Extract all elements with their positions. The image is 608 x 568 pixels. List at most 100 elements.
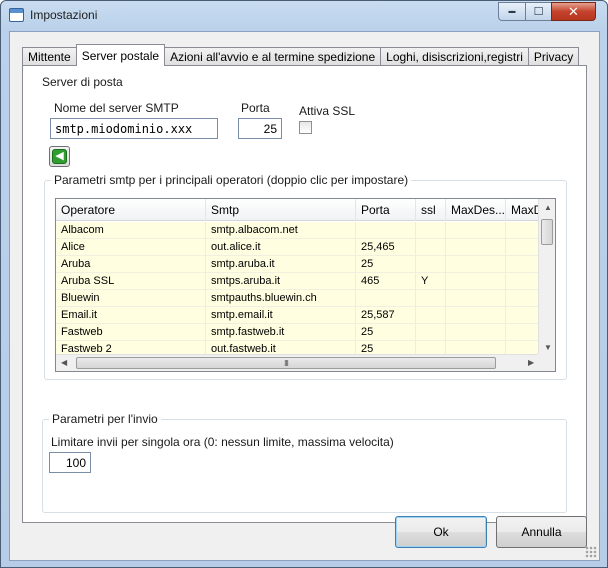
close-button[interactable]: ✕ (551, 2, 596, 21)
tab-loghi[interactable]: Loghi, disiscrizioni,registri (380, 47, 529, 66)
cell-maxdes (446, 239, 506, 256)
tab-privacy[interactable]: Privacy (527, 47, 580, 66)
cell-smtp: smtp.aruba.it (206, 256, 356, 273)
tab-azioni[interactable]: Azioni all'avvio e al termine spedizione (164, 47, 382, 66)
table-row[interactable]: Aruba SSL smtps.aruba.it 465 Y (56, 273, 546, 290)
scroll-right-icon[interactable]: ▶ (528, 358, 534, 367)
settings-window: Impostazioni ▬ ☐ ✕ Mittente Server posta… (0, 0, 608, 568)
cell-operatore: Aruba SSL (56, 273, 206, 290)
tab-mittente[interactable]: Mittente (22, 47, 77, 66)
cell-operatore: Alice (56, 239, 206, 256)
title-bar[interactable]: Impostazioni ▬ ☐ ✕ (1, 1, 607, 31)
ssl-label: Attiva SSL (299, 104, 356, 118)
table-row[interactable]: Albacom smtp.albacom.net (56, 222, 546, 239)
server-group: Server di posta Nome del server SMTP smt… (42, 75, 567, 380)
cell-maxdes (446, 256, 506, 273)
cell-smtp: smtps.aruba.it (206, 273, 356, 290)
cell-smtp: smtp.fastweb.it (206, 324, 356, 341)
tab-server-postale[interactable]: Server postale (75, 44, 166, 66)
scroll-down-icon[interactable]: ▼ (544, 343, 552, 352)
cell-maxdes (446, 290, 506, 307)
horizontal-scrollbar[interactable]: ◀ III ▶ (56, 354, 540, 371)
scroll-grip-icon: III (284, 358, 289, 368)
smtp-server-label: Nome del server SMTP (54, 101, 179, 115)
maximize-icon: ☐ (533, 6, 544, 18)
minimize-icon: ▬ (508, 8, 516, 15)
cell-maxdes (446, 273, 506, 290)
vertical-scroll-thumb[interactable] (541, 219, 553, 245)
hourly-limit-input[interactable]: 100 (49, 452, 91, 473)
resize-grip-icon[interactable] (585, 546, 597, 558)
scroll-left-icon[interactable]: ◀ (61, 358, 67, 367)
smtp-server-value: smtp.miodominio.xxx (55, 121, 193, 136)
window-title: Impostazioni (30, 8, 98, 22)
window-icon (9, 8, 24, 22)
cell-porta: 25,587 (356, 307, 416, 324)
cell-ssl (416, 290, 446, 307)
cell-ssl: Y (416, 273, 446, 290)
table-row[interactable]: Email.it smtp.email.it 25,587 (56, 307, 546, 324)
grid-body: Albacom smtp.albacom.net Alice out.alice… (56, 222, 546, 358)
column-header-operatore[interactable]: Operatore (56, 199, 206, 221)
port-label: Porta (241, 101, 270, 115)
column-header-ssl[interactable]: ssl (416, 199, 446, 221)
cell-porta (356, 222, 416, 239)
horizontal-scroll-thumb[interactable]: III (76, 357, 496, 369)
send-params-group: Parametri per l'invio Limitare invii per… (42, 412, 567, 513)
operators-grid[interactable]: Operatore Smtp Porta ssl MaxDes... MaxD … (55, 198, 556, 372)
column-header-porta[interactable]: Porta (356, 199, 416, 221)
cell-ssl (416, 239, 446, 256)
cell-smtp: out.alice.it (206, 239, 356, 256)
cell-maxdes (446, 307, 506, 324)
server-group-label: Server di posta (42, 75, 123, 89)
table-row[interactable]: Aruba smtp.aruba.it 25 (56, 256, 546, 273)
vertical-scrollbar[interactable]: ▲ ▼ (538, 199, 555, 355)
cell-smtp: smtp.albacom.net (206, 222, 356, 239)
cell-ssl (416, 324, 446, 341)
caption-buttons: ▬ ☐ ✕ (498, 2, 596, 21)
hourly-limit-value: 100 (65, 455, 86, 470)
table-row[interactable]: Alice out.alice.it 25,465 (56, 239, 546, 256)
scrollbar-corner (538, 354, 555, 371)
dialog-client-area: Mittente Server postale Azioni all'avvio… (9, 31, 600, 561)
cell-operatore: Fastweb (56, 324, 206, 341)
cell-porta: 25,465 (356, 239, 416, 256)
table-row[interactable]: Fastweb smtp.fastweb.it 25 (56, 324, 546, 341)
apply-operator-button[interactable]: ◀ (49, 146, 70, 167)
cell-ssl (416, 307, 446, 324)
cell-operatore: Bluewin (56, 290, 206, 307)
operators-group-label: Parametri smtp per i principali operator… (51, 173, 412, 187)
ssl-checkbox[interactable] (299, 121, 312, 134)
column-header-smtp[interactable]: Smtp (206, 199, 356, 221)
cell-smtp: smtp.email.it (206, 307, 356, 324)
hourly-limit-label: Limitare invii per singola ora (0: nessu… (51, 435, 394, 449)
ok-button[interactable]: Ok (395, 516, 487, 548)
cell-ssl (416, 256, 446, 273)
column-header-maxdes[interactable]: MaxDes... (446, 199, 506, 221)
cell-maxdes (446, 222, 506, 239)
scroll-up-icon[interactable]: ▲ (544, 203, 552, 212)
port-value: 25 (263, 121, 277, 136)
cell-smtp: smtpauths.bluewin.ch (206, 290, 356, 307)
tab-panel-server-postale: Server di posta Nome del server SMTP smt… (22, 65, 587, 523)
grid-header: Operatore Smtp Porta ssl MaxDes... MaxD (56, 199, 546, 221)
minimize-button[interactable]: ▬ (498, 2, 525, 21)
table-row[interactable]: Bluewin smtpauths.bluewin.ch (56, 290, 546, 307)
operators-group: Parametri smtp per i principali operator… (44, 173, 567, 380)
cell-ssl (416, 222, 446, 239)
send-params-group-label: Parametri per l'invio (49, 412, 161, 426)
tab-strip: Mittente Server postale Azioni all'avvio… (22, 44, 580, 66)
cancel-button[interactable]: Annulla (496, 516, 587, 548)
maximize-button[interactable]: ☐ (525, 2, 551, 21)
cell-maxdes (446, 324, 506, 341)
close-icon: ✕ (568, 3, 579, 19)
arrow-left-icon: ◀ (52, 149, 67, 164)
cell-operatore: Aruba (56, 256, 206, 273)
port-input[interactable]: 25 (238, 118, 282, 139)
cell-porta: 465 (356, 273, 416, 290)
cell-operatore: Albacom (56, 222, 206, 239)
cell-porta: 25 (356, 256, 416, 273)
smtp-server-input[interactable]: smtp.miodominio.xxx (50, 118, 218, 139)
cell-operatore: Email.it (56, 307, 206, 324)
cell-porta: 25 (356, 324, 416, 341)
